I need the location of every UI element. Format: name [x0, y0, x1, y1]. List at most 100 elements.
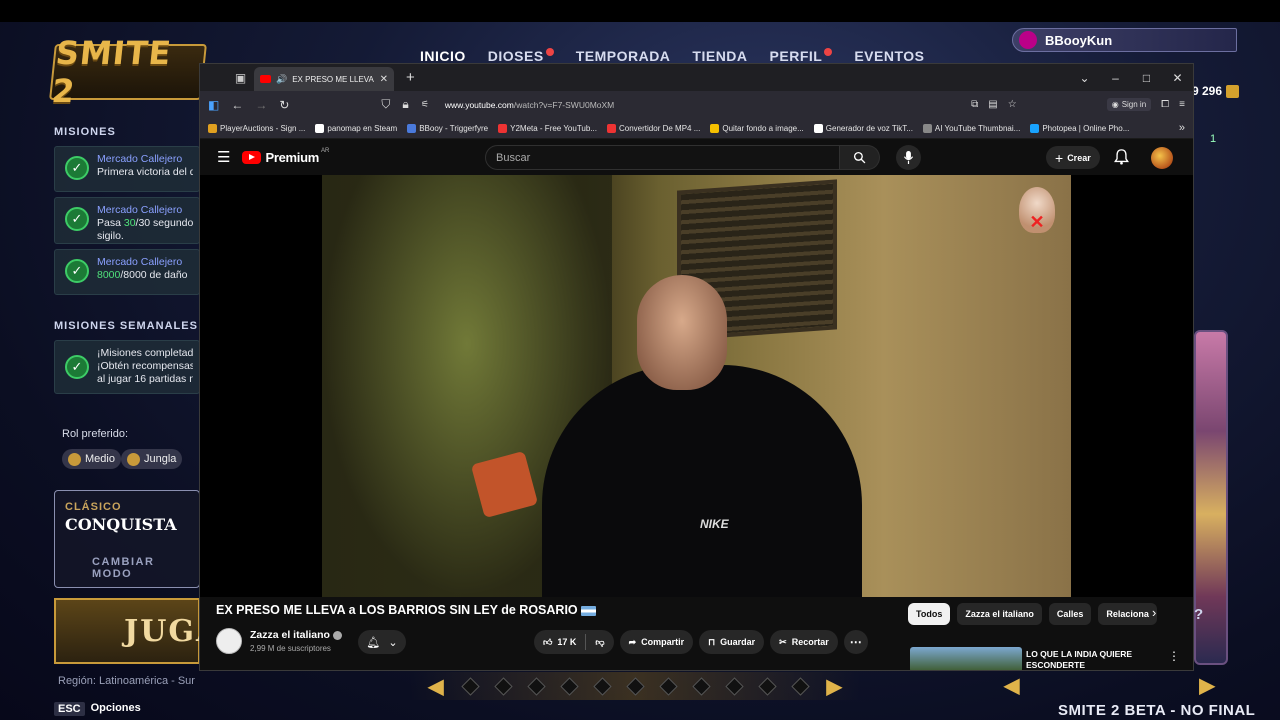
chip-relacionados[interactable]: Relaciona [1098, 603, 1157, 625]
game-logo: SMITE 2 [49, 34, 207, 110]
channel-avatar[interactable] [216, 628, 242, 654]
hamburger-menu-icon[interactable]: ☰ [217, 148, 230, 166]
bookmark-star-icon[interactable]: ☆ [1008, 99, 1017, 110]
search-box: Buscar [485, 145, 880, 170]
chevron-right-icon[interactable]: › [1152, 605, 1156, 620]
mission-title: Mercado Callejero [97, 204, 183, 216]
recommended-title[interactable]: LO QUE LA INDIA QUIERE ESCONDERTE [1026, 649, 1146, 670]
video-player[interactable]: NIKE ✕ [200, 175, 1193, 597]
subscription-bell-button[interactable]: 🔔︎ ⌄ [358, 630, 406, 654]
url-bar: ◧ ← → ↻ ⛉ 🔒︎ ⚟ www.youtube.com/watch?v=F… [200, 91, 1193, 118]
shield-icon[interactable]: ⛉ [381, 97, 390, 112]
game-mode-box[interactable]: CLÁSICO CONQUISTA CAMBIAR MODO [54, 490, 200, 588]
chip-channel[interactable]: Zazza el italiano [957, 603, 1042, 625]
share-button[interactable]: ➦ Compartir [619, 630, 694, 654]
mission-card[interactable]: ✓ Mercado Callejero Primera victoria del… [54, 146, 200, 192]
bookmark-item[interactable]: Convertidor De MP4 ... [607, 123, 700, 133]
game-nav-label: TEMPORADA [575, 48, 671, 64]
tab-overview-icon[interactable]: ▣ [227, 64, 254, 91]
bookmark-favicon-icon [315, 123, 325, 133]
create-button[interactable]: + Crear [1046, 146, 1100, 169]
search-button[interactable] [840, 145, 880, 170]
active-tab[interactable]: 🔊 EX PRESO ME LLEVA a LOS ✕ [254, 67, 394, 91]
search-input[interactable]: Buscar [485, 145, 840, 170]
chip-calles[interactable]: Calles [1048, 603, 1092, 625]
chevron-left-icon[interactable]: ◀ [428, 674, 443, 699]
youtube-logo[interactable]: Premium AR [242, 148, 329, 165]
sidebar-icon[interactable]: ◧ [208, 98, 219, 112]
minimize-icon[interactable]: – [1100, 71, 1131, 85]
weekly-mission-card[interactable]: ✓ ¡Misiones completad ¡Obtén recompensas… [54, 340, 200, 394]
more-actions-icon[interactable]: ⋯ [843, 630, 868, 654]
missions-header: MISIONES [54, 126, 116, 138]
player-card[interactable]: BBooyKun [1012, 28, 1237, 52]
chevron-right-icon[interactable]: ▶ [1199, 673, 1214, 698]
sign-in-button[interactable]: ◉ Sign in [1106, 98, 1152, 111]
options-hint[interactable]: ESC Opciones [54, 702, 141, 716]
forward-icon[interactable]: → [255, 98, 267, 112]
recommended-thumbnail[interactable] [910, 647, 1022, 670]
save-button[interactable]: ⊓ Guardar [699, 630, 765, 654]
voice-search-button[interactable] [896, 145, 921, 170]
pip-icon[interactable]: ⧉ [971, 99, 978, 110]
permissions-icon[interactable]: ⚟ [421, 99, 429, 110]
like-dislike-button[interactable]: 👍︎ 17 K 👎︎ [534, 630, 614, 654]
bookmark-item[interactable]: Generador de voz TikT... [813, 123, 913, 133]
game-nav-temporada[interactable]: TEMPORADA [576, 48, 671, 64]
help-icon[interactable]: ? [1194, 606, 1203, 623]
bookmark-item[interactable]: BBooy - Triggerfyre [407, 123, 488, 133]
thumbs-down-icon[interactable]: 👎︎ [595, 637, 604, 648]
game-nav-inicio[interactable]: INICIO [420, 48, 466, 64]
chevron-left-icon[interactable]: ◀ [1004, 673, 1019, 698]
mission-text: Mercado Callejero 8000/8000 de daño [97, 256, 188, 282]
more-vert-icon[interactable]: ⋮ [1168, 649, 1180, 663]
chevron-right-icon[interactable]: ▶ [827, 674, 842, 699]
diamond-icon [757, 676, 777, 696]
bookmark-item[interactable]: AI YouTube Thumbnai... [922, 123, 1020, 133]
reader-icon[interactable]: ▤ [988, 99, 997, 110]
bookmark-item[interactable]: PlayerAuctions - Sign ... [208, 123, 305, 133]
region-label: Región: Latinoamérica - Sur [58, 675, 195, 687]
weekly-line: ¡Misiones completad [97, 347, 193, 359]
game-nav-tienda[interactable]: TIENDA [692, 48, 747, 64]
address-field[interactable]: www.youtube.com/watch?v=F7-SWU0MoXM [445, 100, 614, 110]
channel-watermark[interactable]: ✕ [1019, 187, 1055, 233]
play-button[interactable]: JUGA [54, 598, 219, 664]
role-chip-jungla[interactable]: Jungla [121, 449, 183, 469]
role-chip-medio[interactable]: Medio [62, 449, 121, 469]
extensions-icon[interactable]: ⧠ [1161, 99, 1169, 110]
channel-name[interactable]: Zazza el italiano [250, 629, 342, 641]
game-nav-eventos[interactable]: EVENTOS [854, 48, 924, 64]
change-mode-button[interactable]: CAMBIAR MODO [65, 556, 189, 580]
mission-card[interactable]: ✓ Mercado Callejero Pasa 30/30 segundos … [54, 197, 200, 244]
reload-icon[interactable]: ↻ [279, 98, 289, 112]
menu-icon[interactable]: ≡ [1179, 99, 1185, 110]
chip-todos[interactable]: Todos [908, 603, 951, 625]
mission-card[interactable]: ✓ Mercado Callejero 8000/8000 de daño [54, 249, 200, 295]
maximize-icon[interactable]: □ [1131, 71, 1162, 85]
more-bookmarks-icon[interactable]: » [1179, 122, 1185, 134]
clip-button[interactable]: ✂ Recortar [770, 630, 838, 654]
bookmark-item[interactable]: Photopea | Online Pho... [1030, 123, 1129, 133]
close-window-icon[interactable]: ✕ [1162, 71, 1193, 85]
back-icon[interactable]: ← [231, 98, 243, 112]
bookmark-item[interactable]: Quitar fondo a image... [710, 123, 804, 133]
video-frame[interactable]: NIKE ✕ [322, 175, 1071, 597]
new-tab-icon[interactable]: + [406, 69, 415, 86]
notifications-bell-icon[interactable] [1114, 149, 1129, 165]
diamond-icon [460, 676, 480, 696]
speaker-icon[interactable]: 🔊 [276, 74, 287, 85]
user-avatar[interactable] [1151, 147, 1173, 169]
bookmark-item[interactable]: panomap en Steam [315, 123, 397, 133]
weekly-line: al jugar 16 partidas n [97, 373, 193, 385]
tab-list-icon[interactable]: ⌄ [1069, 71, 1100, 85]
game-nav-perfil[interactable]: PERFIL [770, 48, 833, 64]
game-nav-dioses[interactable]: DIOSES [488, 48, 554, 64]
bookmark-item[interactable]: Y2Meta - Free YouTub... [498, 123, 597, 133]
tab-close-icon[interactable]: ✕ [380, 74, 388, 85]
lock-icon[interactable]: 🔒︎ [402, 97, 408, 112]
plus-icon: + [1055, 149, 1064, 166]
argentina-flag-icon [580, 605, 596, 616]
thumbs-up-icon[interactable]: 👍︎ [543, 637, 552, 648]
top-black-bar [0, 0, 1280, 22]
